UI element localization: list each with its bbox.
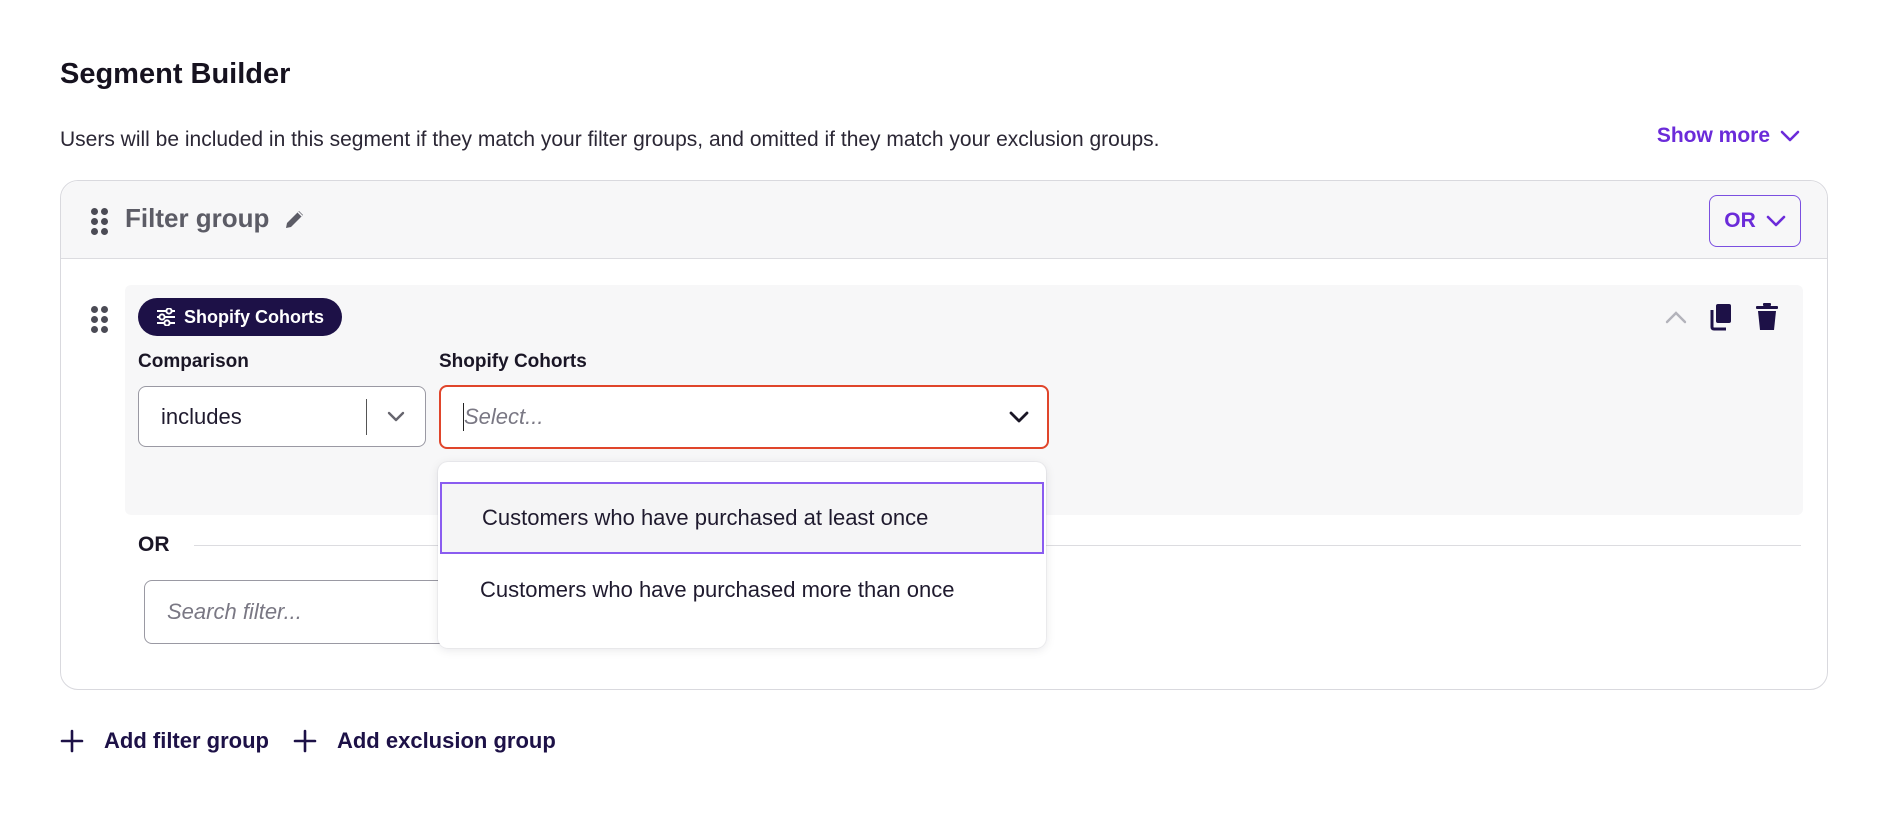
- show-more-label: Show more: [1656, 124, 1770, 147]
- page-title: Segment Builder: [60, 58, 291, 90]
- add-exclusion-group-button[interactable]: Add exclusion group: [293, 728, 556, 754]
- chevron-down-icon: [1766, 215, 1786, 227]
- sliders-icon: [157, 308, 175, 326]
- filter-group-title: Filter group: [125, 203, 307, 234]
- add-filter-group-button[interactable]: Add filter group: [60, 728, 269, 754]
- plus-icon: [60, 729, 84, 753]
- comparison-value: includes: [161, 403, 242, 429]
- group-operator-select[interactable]: OR: [1709, 195, 1801, 247]
- trash-icon[interactable]: [1755, 303, 1779, 331]
- filter-group-name: Filter group: [125, 203, 270, 233]
- filter-card-actions: [1665, 303, 1779, 331]
- chevron-up-icon[interactable]: [1665, 310, 1687, 324]
- page-description: Users will be included in this segment i…: [60, 128, 1160, 151]
- drag-handle-icon[interactable]: [91, 208, 108, 235]
- pencil-icon[interactable]: [283, 207, 307, 231]
- comparison-label: Comparison: [138, 351, 249, 372]
- show-more-button[interactable]: Show more: [1657, 124, 1800, 148]
- chevron-down-icon: [1780, 130, 1800, 142]
- copy-icon[interactable]: [1709, 303, 1733, 331]
- filter-group-header: Filter group OR: [61, 181, 1827, 259]
- comparison-select[interactable]: includes: [138, 386, 426, 447]
- segment-actions: Add filter group Add exclusion group: [60, 728, 556, 754]
- plus-icon: [293, 729, 317, 753]
- drag-handle-icon[interactable]: [91, 306, 108, 333]
- cohorts-select[interactable]: Select...: [439, 385, 1049, 449]
- cohorts-placeholder: Select...: [464, 404, 544, 429]
- cohorts-dropdown-menu: Customers who have purchased at least on…: [438, 462, 1046, 648]
- chevron-down-icon[interactable]: [367, 411, 425, 423]
- cohorts-label: Shopify Cohorts: [439, 351, 587, 372]
- cohort-option[interactable]: Customers who have purchased at least on…: [440, 482, 1044, 554]
- chevron-down-icon[interactable]: [991, 411, 1047, 424]
- or-divider-label: OR: [138, 533, 170, 556]
- filter-type-pill: Shopify Cohorts: [138, 298, 342, 336]
- filter-type-label: Shopify Cohorts: [184, 306, 324, 327]
- search-filter-input[interactable]: Search filter...: [144, 580, 484, 644]
- add-exclusion-group-label: Add exclusion group: [336, 728, 556, 753]
- cohort-option[interactable]: Customers who have purchased more than o…: [440, 554, 1044, 626]
- add-filter-group-label: Add filter group: [104, 728, 269, 753]
- group-operator-value: OR: [1724, 209, 1756, 232]
